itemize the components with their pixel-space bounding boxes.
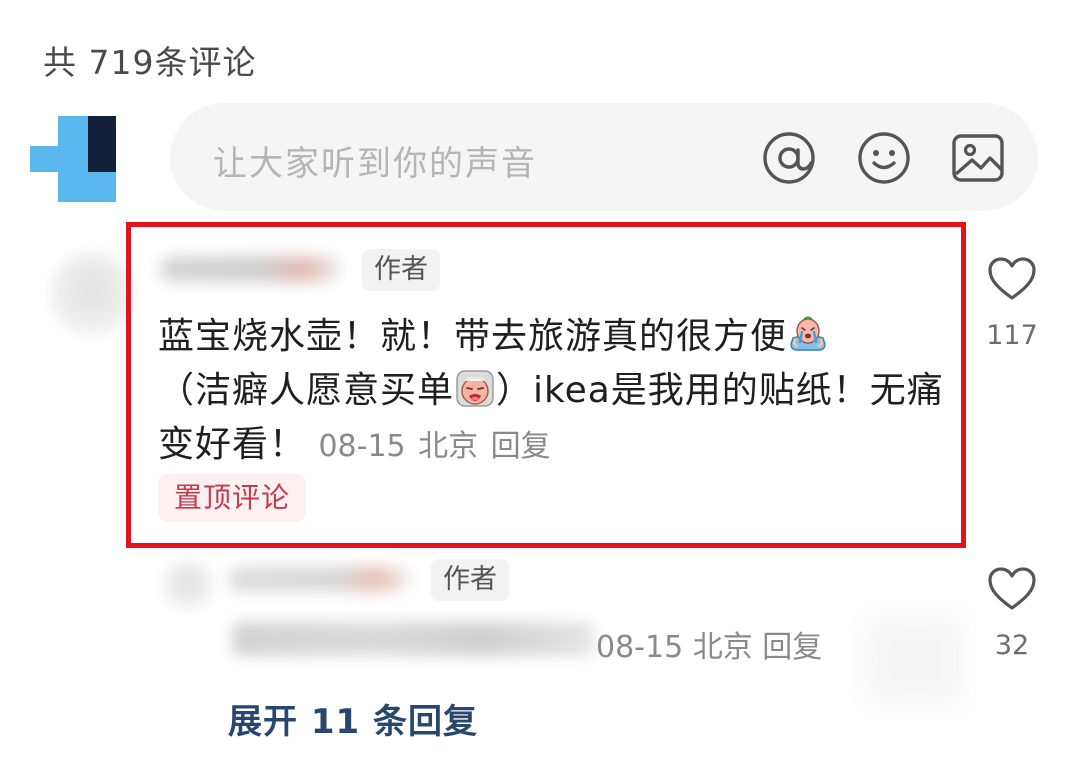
reply-text-blurred[interactable] [232,622,594,656]
reply-name-blurred[interactable] [228,566,410,592]
reply-meta: 08-15 北京 回复 [596,622,822,666]
heart-icon [988,257,1036,300]
like-count: 117 [986,320,1038,351]
self-avatar[interactable] [30,116,120,206]
like-button[interactable]: 32 [982,566,1042,661]
comment-total-count: 共 719条评论 [43,43,257,82]
reply-avatar[interactable] [163,560,213,610]
image-icon[interactable] [950,130,1006,186]
like-count: 32 [994,630,1030,661]
like-button[interactable]: 117 [982,256,1042,351]
reply-button[interactable]: 回复 [762,630,822,665]
reply-date: 08-15 [596,630,684,665]
comment-input-placeholder[interactable]: 让大家听到你的声音 [213,136,537,185]
blur-haze [870,620,960,700]
heart-icon [988,567,1036,610]
highlight-frame [126,222,966,548]
author-tag: 作者 [431,559,509,601]
reply-location: 北京 [692,630,753,665]
expand-replies-button[interactable]: 展开 11 条回复 [228,694,478,743]
commenter-avatar[interactable] [50,252,134,336]
emoji-icon[interactable] [856,130,912,186]
at-icon[interactable] [761,130,817,186]
